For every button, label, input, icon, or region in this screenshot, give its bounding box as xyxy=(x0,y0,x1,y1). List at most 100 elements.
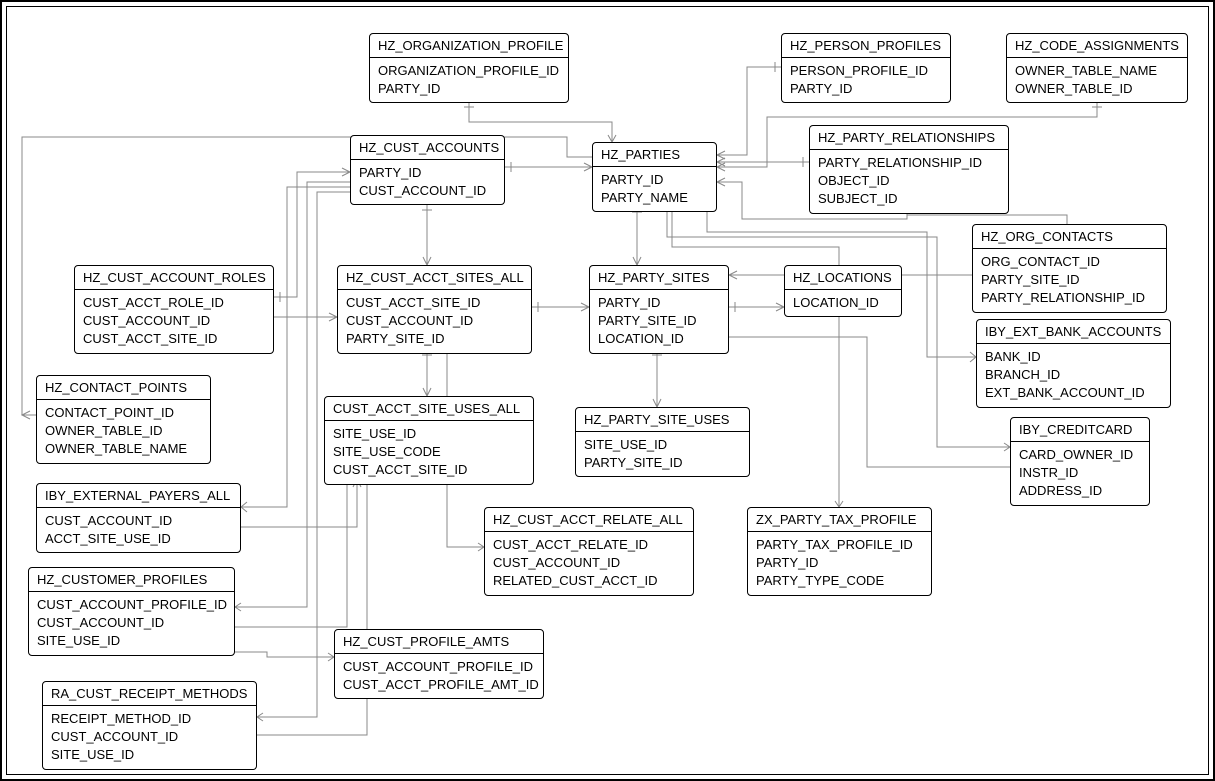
entity-fields: PARTY_TAX_PROFILE_IDPARTY_IDPARTY_TYPE_C… xyxy=(748,532,931,595)
entity-hz-org-contacts: HZ_ORG_CONTACTSORG_CONTACT_IDPARTY_SITE_… xyxy=(972,224,1167,313)
entity-iby-creditcard: IBY_CREDITCARDCARD_OWNER_IDINSTR_IDADDRE… xyxy=(1010,417,1150,506)
entity-fields: PARTY_RELATIONSHIP_IDOBJECT_IDSUBJECT_ID xyxy=(810,150,1008,213)
entity-field: PARTY_ID xyxy=(756,554,923,572)
entity-hz-cust-acct-sites-all: HZ_CUST_ACCT_SITES_ALL CUST_ACCT_SITE_IDC… xyxy=(337,265,532,354)
entity-field: PARTY_SITE_ID xyxy=(346,330,523,348)
entity-field: CUST_ACCOUNT_ID xyxy=(83,312,265,330)
entity-field: OWNER_TABLE_ID xyxy=(45,422,202,440)
entity-field: RECEIPT_METHOD_ID xyxy=(51,710,248,728)
entity-field: CUST_ACCT_ROLE_ID xyxy=(83,294,265,312)
entity-field: ADDRESS_ID xyxy=(1019,482,1141,500)
entity-field: SUBJECT_ID xyxy=(818,190,1000,208)
entity-field: ORG_CONTACT_ID xyxy=(981,253,1158,271)
entity-hz-party-sites: HZ_PARTY_SITESPARTY_IDPARTY_SITE_IDLOCAT… xyxy=(589,265,729,354)
entity-field: SITE_USE_CODE xyxy=(333,443,525,461)
entity-field: RELATED_CUST_ACCT_ID xyxy=(493,572,685,590)
entity-field: CUST_ACCT_SITE_ID xyxy=(346,294,523,312)
entity-field: SITE_USE_ID xyxy=(333,425,525,443)
entity-hz-person-profiles: HZ_PERSON_PROFILESPERSON_PROFILE_IDPARTY… xyxy=(781,33,951,103)
entity-field: SITE_USE_ID xyxy=(51,746,248,764)
entity-title: IBY_EXTERNAL_PAYERS_ALL xyxy=(37,484,240,508)
entity-field: PARTY_SITE_ID xyxy=(598,312,720,330)
entity-title: HZ_PERSON_PROFILES xyxy=(782,34,950,58)
entity-field: PERSON_PROFILE_ID xyxy=(790,62,942,80)
entity-fields: ORGANIZATION_PROFILE_IDPARTY_ID xyxy=(370,58,568,102)
diagram-outer-frame: HZ_ORGANIZATION_PROFILEORGANIZATION_PROF… xyxy=(0,0,1215,781)
entity-field: CUST_ACCOUNT_PROFILE_ID xyxy=(37,596,226,614)
entity-field: OWNER_TABLE_NAME xyxy=(1015,62,1179,80)
entity-title: CUST_ACCT_SITE_USES_ALL xyxy=(325,397,533,421)
entity-field: PARTY_RELATIONSHIP_ID xyxy=(818,154,1000,172)
entity-field: EXT_BANK_ACCOUNT_ID xyxy=(985,384,1162,402)
entity-field: OBJECT_ID xyxy=(818,172,1000,190)
entity-fields: CONTACT_POINT_IDOWNER_TABLE_IDOWNER_TABL… xyxy=(37,400,210,463)
entity-fields: PARTY_IDPARTY_SITE_IDLOCATION_ID xyxy=(590,290,728,353)
entity-field: LOCATION_ID xyxy=(598,330,720,348)
entity-ra-cust-receipt-methods: RA_CUST_RECEIPT_METHODSRECEIPT_METHOD_ID… xyxy=(42,681,257,770)
entity-field: PARTY_ID xyxy=(359,164,496,182)
entity-title: IBY_EXT_BANK_ACCOUNTS xyxy=(977,320,1170,344)
entity-title: HZ_LOCATIONS xyxy=(785,266,901,290)
entity-hz-party-relationships: HZ_PARTY_RELATIONSHIPSPARTY_RELATIONSHIP… xyxy=(809,125,1009,214)
entity-field: CONTACT_POINT_ID xyxy=(45,404,202,422)
diagram-inner-frame: HZ_ORGANIZATION_PROFILEORGANIZATION_PROF… xyxy=(6,6,1209,775)
entity-field: PARTY_TYPE_CODE xyxy=(756,572,923,590)
entity-field: CUST_ACCOUNT_ID xyxy=(37,614,226,632)
entity-hz-cust-profile-amts: HZ_CUST_PROFILE_AMTSCUST_ACCOUNT_PROFILE… xyxy=(334,629,544,699)
entity-title: HZ_CUST_ACCT_RELATE_ALL xyxy=(485,508,693,532)
entity-field: BRANCH_ID xyxy=(985,366,1162,384)
entity-hz-organization-profile: HZ_ORGANIZATION_PROFILEORGANIZATION_PROF… xyxy=(369,33,569,103)
entity-fields: CUST_ACCOUNT_PROFILE_IDCUST_ACCOUNT_IDSI… xyxy=(29,592,234,655)
entity-field: SITE_USE_ID xyxy=(37,632,226,650)
entity-field: CARD_OWNER_ID xyxy=(1019,446,1141,464)
entity-field: CUST_ACCOUNT_ID xyxy=(51,728,248,746)
entity-hz-code-assignments: HZ_CODE_ASSIGNMENTS OWNER_TABLE_NAMEOWNER… xyxy=(1006,33,1188,103)
entity-title: ZX_PARTY_TAX_PROFILE xyxy=(748,508,931,532)
entity-field: INSTR_ID xyxy=(1019,464,1141,482)
entity-hz-customer-profiles: HZ_CUSTOMER_PROFILESCUST_ACCOUNT_PROFILE… xyxy=(28,567,235,656)
entity-title: HZ_CUSTOMER_PROFILES xyxy=(29,568,234,592)
entity-field: ORGANIZATION_PROFILE_ID xyxy=(378,62,560,80)
entity-fields: CUST_ACCT_ROLE_IDCUST_ACCOUNT_IDCUST_ACC… xyxy=(75,290,273,353)
entity-title: HZ_CONTACT_POINTS xyxy=(37,376,210,400)
entity-field: OWNER_TABLE_NAME xyxy=(45,440,202,458)
entity-fields: PARTY_IDCUST_ACCOUNT_ID xyxy=(351,160,504,204)
entity-field: PARTY_ID xyxy=(601,171,708,189)
entity-field: CUST_ACCT_RELATE_ID xyxy=(493,536,685,554)
entity-fields: SITE_USE_IDPARTY_SITE_ID xyxy=(576,432,749,476)
entity-fields: CARD_OWNER_IDINSTR_IDADDRESS_ID xyxy=(1011,442,1149,505)
entity-title: HZ_PARTY_SITES xyxy=(590,266,728,290)
entity-fields: RECEIPT_METHOD_IDCUST_ACCOUNT_IDSITE_USE… xyxy=(43,706,256,769)
entity-zx-party-tax-profile: ZX_PARTY_TAX_PROFILEPARTY_TAX_PROFILE_ID… xyxy=(747,507,932,596)
entity-field: PARTY_RELATIONSHIP_ID xyxy=(981,289,1158,307)
entity-field: SITE_USE_ID xyxy=(584,436,741,454)
entity-title: HZ_PARTY_RELATIONSHIPS xyxy=(810,126,1008,150)
entity-hz-party-site-uses: HZ_PARTY_SITE_USESSITE_USE_IDPARTY_SITE_… xyxy=(575,407,750,477)
entity-fields: CUST_ACCOUNT_PROFILE_IDCUST_ACCT_PROFILE… xyxy=(335,654,543,698)
entity-fields: CUST_ACCT_RELATE_IDCUST_ACCOUNT_IDRELATE… xyxy=(485,532,693,595)
entity-field: OWNER_TABLE_ID xyxy=(1015,80,1179,98)
entity-field: CUST_ACCOUNT_ID xyxy=(346,312,523,330)
entity-title: HZ_CODE_ASSIGNMENTS xyxy=(1007,34,1187,58)
entity-field: PARTY_NAME xyxy=(601,189,708,207)
entity-field: CUST_ACCT_SITE_ID xyxy=(333,461,525,479)
entity-fields: ORG_CONTACT_IDPARTY_SITE_IDPARTY_RELATIO… xyxy=(973,249,1166,312)
entity-field: PARTY_ID xyxy=(790,80,942,98)
entity-hz-parties: HZ_PARTIESPARTY_IDPARTY_NAME xyxy=(592,142,717,212)
entity-hz-contact-points: HZ_CONTACT_POINTSCONTACT_POINT_IDOWNER_T… xyxy=(36,375,211,464)
entity-title: HZ_ORGANIZATION_PROFILE xyxy=(370,34,568,58)
entity-fields: PERSON_PROFILE_IDPARTY_ID xyxy=(782,58,950,102)
entity-field: PARTY_ID xyxy=(378,80,560,98)
entity-title: HZ_CUST_ACCOUNTS xyxy=(351,136,504,160)
entity-field: LOCATION_ID xyxy=(793,294,893,312)
entity-title: HZ_CUST_PROFILE_AMTS xyxy=(335,630,543,654)
entity-field: CUST_ACCT_SITE_ID xyxy=(83,330,265,348)
entity-field: CUST_ACCT_PROFILE_AMT_ID xyxy=(343,676,535,694)
entity-field: CUST_ACCOUNT_ID xyxy=(359,182,496,200)
entity-iby-external-payers-all: IBY_EXTERNAL_PAYERS_ALLCUST_ACCOUNT_IDAC… xyxy=(36,483,241,553)
entity-hz-cust-acct-relate-all: HZ_CUST_ACCT_RELATE_ALLCUST_ACCT_RELATE_… xyxy=(484,507,694,596)
entity-title: HZ_CUST_ACCT_SITES_ALL xyxy=(338,266,531,290)
entity-fields: CUST_ACCOUNT_IDACCT_SITE_USE_ID xyxy=(37,508,240,552)
entity-field: CUST_ACCOUNT_ID xyxy=(493,554,685,572)
entity-title: IBY_CREDITCARD xyxy=(1011,418,1149,442)
